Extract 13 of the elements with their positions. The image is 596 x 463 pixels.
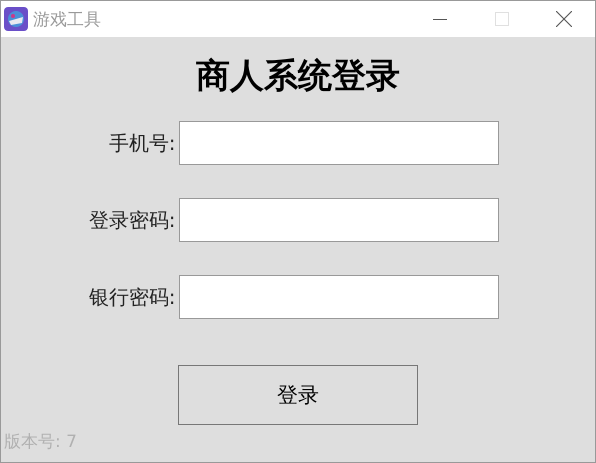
input-field[interactable] [178,121,498,165]
input-field[interactable] [178,198,498,242]
minimize-icon [433,18,447,20]
app-icon [4,7,28,31]
close-icon [556,11,572,27]
input-field[interactable] [178,275,498,319]
login-button[interactable]: 登录 [178,365,418,425]
field-label: 登录密码: [88,206,176,234]
window-title: 游戏工具 [33,8,101,30]
field-label: 手机号: [108,130,176,156]
maximize-icon [495,12,509,26]
field-label: 银行密码: [88,284,176,310]
login-heading: 商人系统登录 [196,55,400,98]
